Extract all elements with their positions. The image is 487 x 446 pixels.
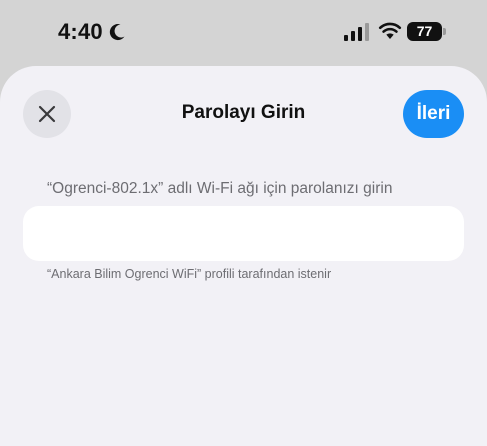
- password-input[interactable]: [23, 206, 464, 261]
- wifi-icon: [378, 22, 402, 39]
- status-time: 4:40: [58, 19, 103, 44]
- close-icon: [38, 105, 56, 123]
- password-sheet: Parolayı Girin İleri “Ogrenci-802.1x” ad…: [0, 66, 487, 446]
- moon-icon: [109, 24, 125, 41]
- close-button[interactable]: [23, 90, 71, 138]
- sheet-title: Parolayı Girin: [181, 102, 306, 123]
- battery-icon: 77: [407, 22, 447, 41]
- next-button[interactable]: İleri: [403, 90, 464, 138]
- status-bar: 4:40 77: [0, 0, 487, 66]
- battery-level: 77: [407, 22, 442, 41]
- battery-cap: [443, 28, 446, 35]
- profile-note: “Ankara Bilim Ogrenci WiFi” profili tara…: [47, 267, 332, 281]
- password-prompt: “Ogrenci-802.1x” adlı Wi-Fi ağı için par…: [47, 180, 393, 197]
- cellular-signal-icon: [344, 23, 369, 41]
